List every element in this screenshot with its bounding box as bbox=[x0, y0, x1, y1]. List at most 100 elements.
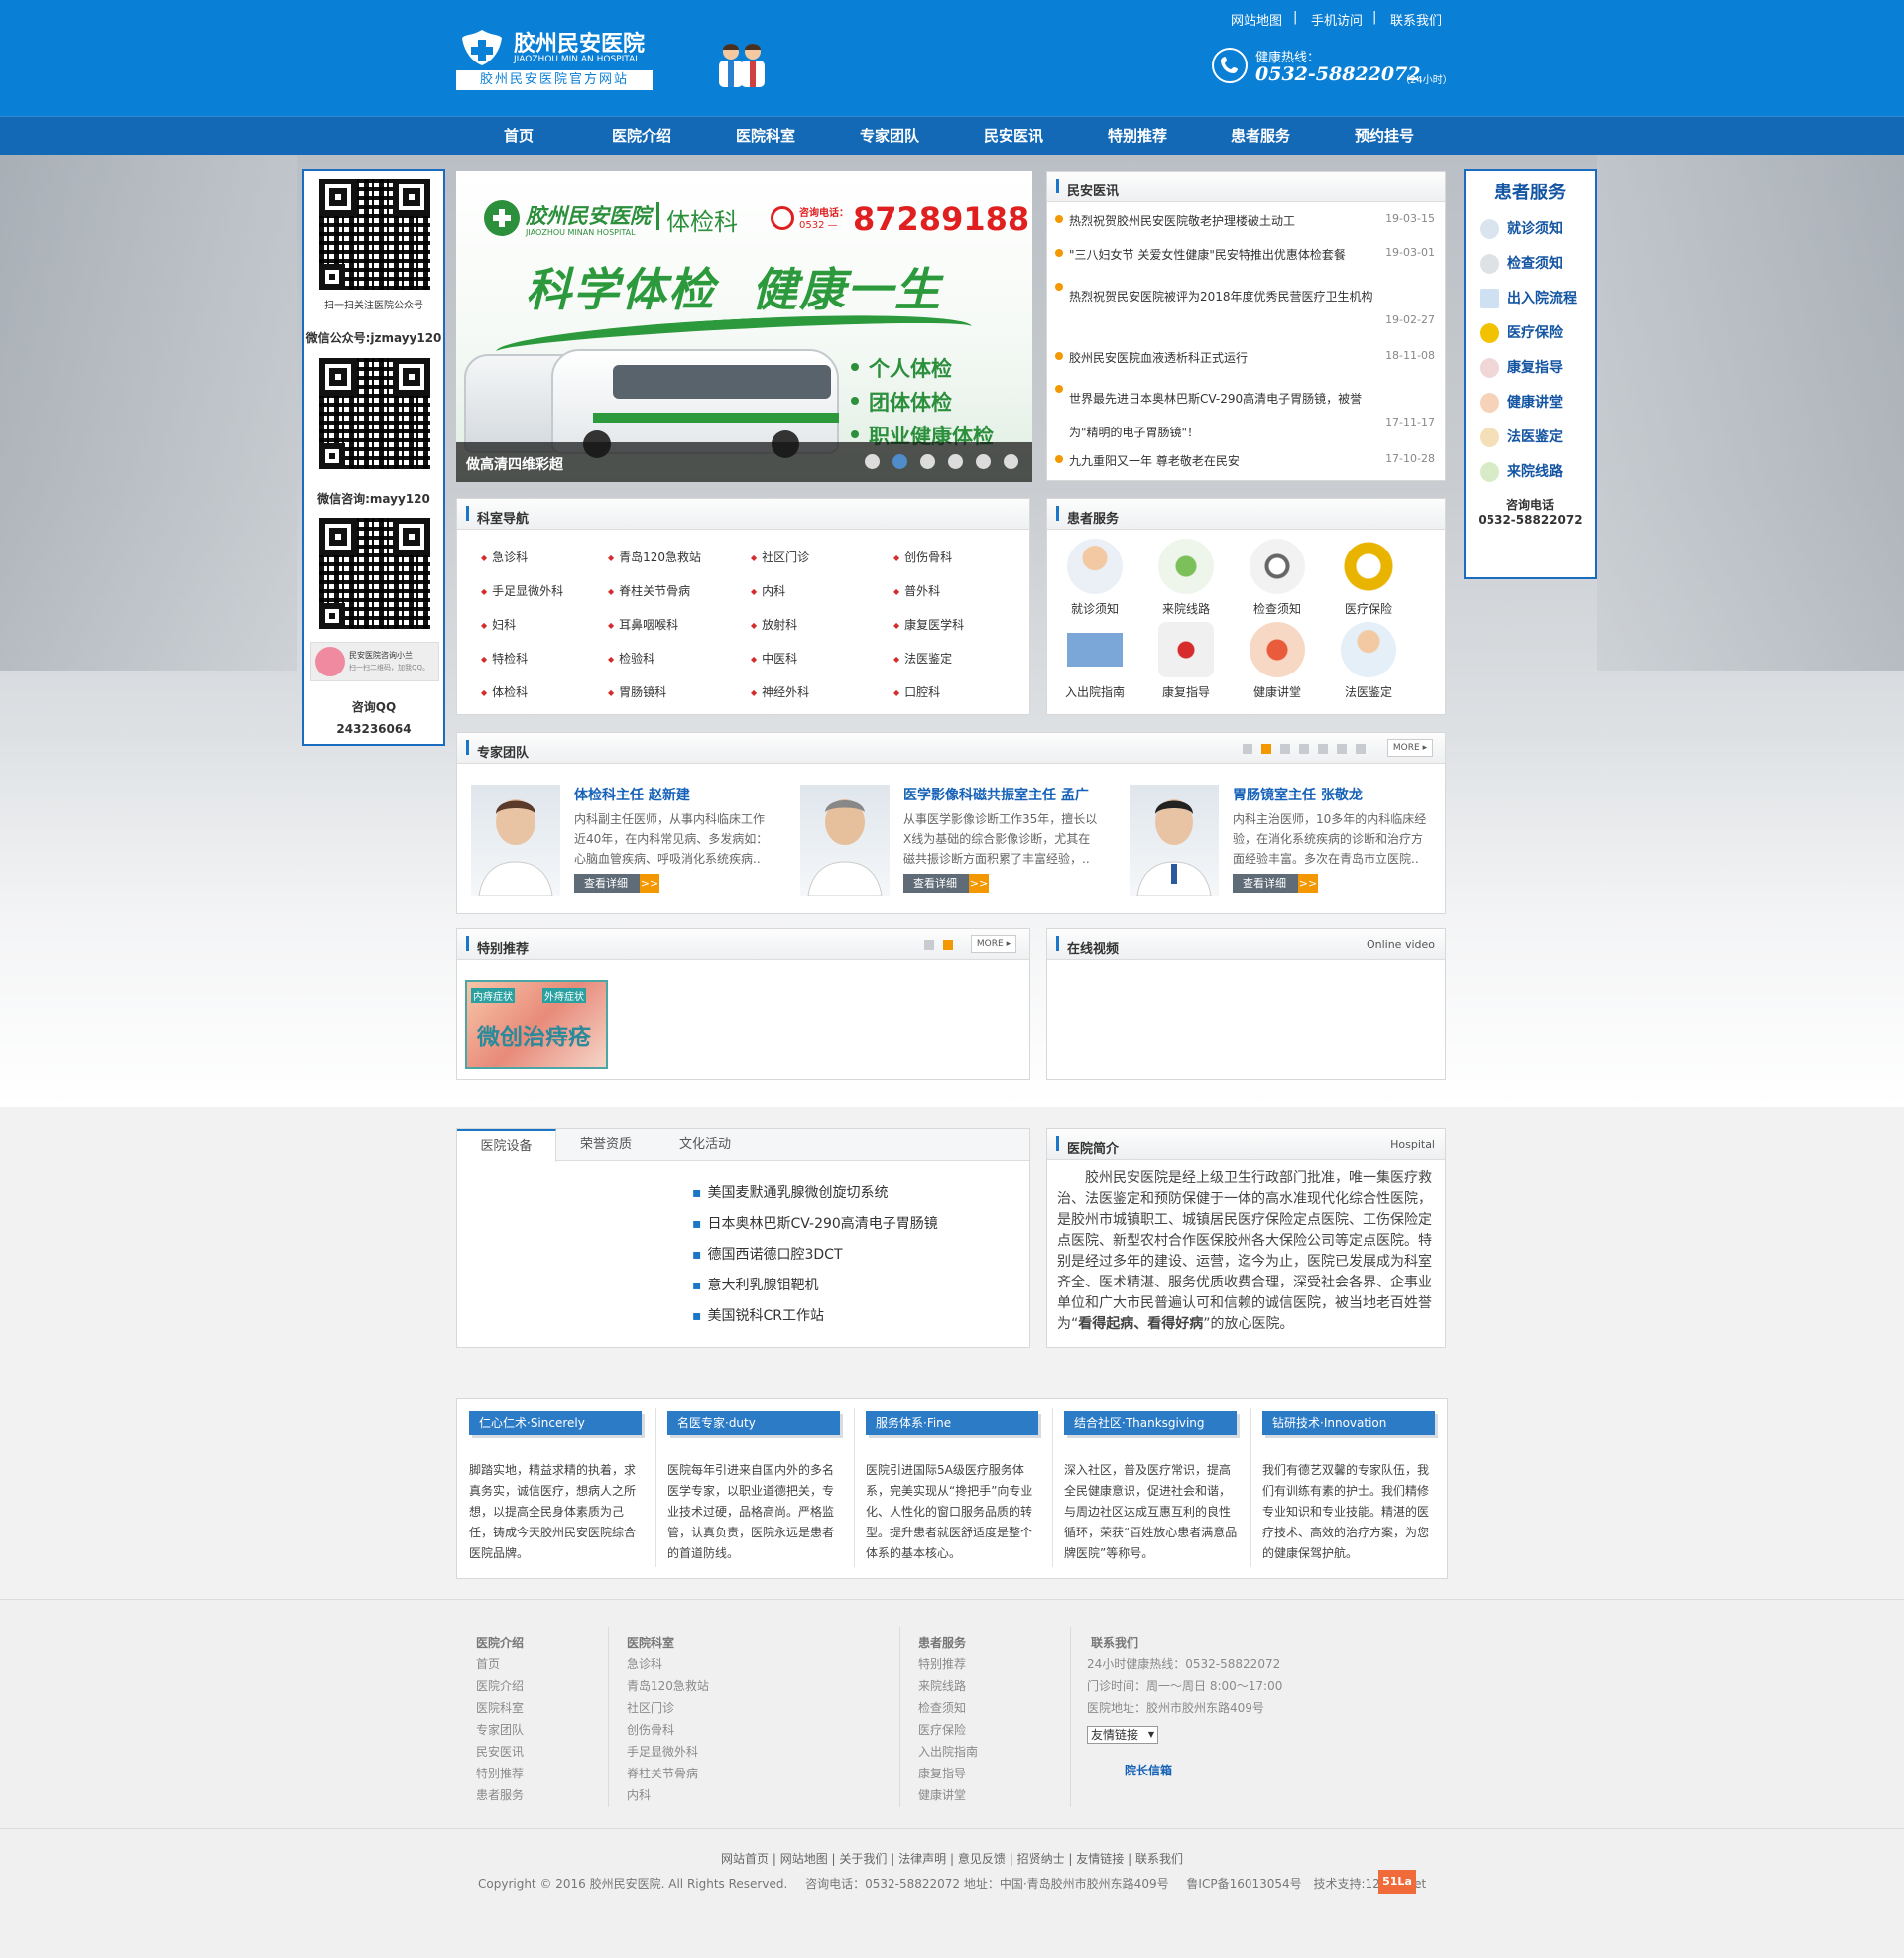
banner-slider[interactable]: 胶州民安医院 JIAOZHOU MINAN HOSPITAL 体检科 咨询电话：… bbox=[456, 171, 1032, 482]
dept-link[interactable]: 妇科 bbox=[481, 616, 516, 633]
footer-link[interactable]: 康复指导 bbox=[918, 1765, 966, 1781]
stats-badge[interactable]: 51La bbox=[1378, 1870, 1416, 1894]
top-link-contact[interactable]: 联系我们 bbox=[1390, 10, 1442, 29]
dept-link[interactable]: 康复医学科 bbox=[893, 616, 964, 633]
dept-link[interactable]: 社区门诊 bbox=[751, 549, 809, 565]
footer-link[interactable]: 内科 bbox=[627, 1786, 651, 1803]
pager-dot[interactable] bbox=[1243, 744, 1252, 754]
dept-link[interactable]: 急诊科 bbox=[481, 549, 528, 565]
nav-experts[interactable]: 专家团队 bbox=[835, 117, 944, 156]
dept-link[interactable]: 中医科 bbox=[751, 650, 797, 667]
bottom-link[interactable]: 友情链接 bbox=[1076, 1852, 1124, 1866]
footer-link[interactable]: 医院介绍 bbox=[476, 1677, 524, 1694]
footer-link[interactable]: 青岛120急救站 bbox=[627, 1677, 709, 1694]
footer-link[interactable]: 首页 bbox=[476, 1655, 500, 1672]
dept-link[interactable]: 内科 bbox=[751, 582, 785, 599]
footer-link[interactable]: 特别推荐 bbox=[476, 1765, 524, 1781]
dept-link[interactable]: 创伤骨科 bbox=[893, 549, 952, 565]
side-item-route[interactable]: 来院线路 bbox=[1480, 461, 1563, 482]
top-link-mobile[interactable]: 手机访问 bbox=[1311, 10, 1363, 29]
expert-photo[interactable] bbox=[1130, 785, 1219, 897]
equipment-item[interactable]: 美国麦默通乳腺微创旋切系统 bbox=[692, 1182, 889, 1202]
banner-dot-active[interactable] bbox=[892, 454, 907, 469]
hospital-logo[interactable]: 胶州民安医院 JIAOZHOU MIN AN HOSPITAL 胶州民安医院官方… bbox=[456, 24, 654, 93]
tab-equipment[interactable]: 医院设备 bbox=[457, 1129, 556, 1162]
banner-dot[interactable] bbox=[865, 454, 880, 469]
footer-link[interactable]: 社区门诊 bbox=[627, 1699, 674, 1716]
footer-link[interactable]: 健康讲堂 bbox=[918, 1786, 966, 1803]
footer-link[interactable]: 脊柱关节骨病 bbox=[627, 1765, 698, 1781]
expert-detail-button[interactable]: 查看详细 >> bbox=[1233, 874, 1318, 893]
footer-link[interactable]: 创伤骨科 bbox=[627, 1721, 674, 1738]
side-item-rehab[interactable]: 康复指导 bbox=[1480, 357, 1563, 378]
news-item[interactable]: 热烈祝贺民安医院被评为2018年度优秀民营医疗卫生机构 19-02-27 bbox=[1055, 280, 1437, 326]
footer-link[interactable]: 医疗保险 bbox=[918, 1721, 966, 1738]
side-item-lecture[interactable]: 健康讲堂 bbox=[1480, 392, 1563, 413]
pager-dot[interactable] bbox=[1356, 744, 1366, 754]
dept-link[interactable]: 口腔科 bbox=[893, 683, 940, 700]
bottom-link[interactable]: 法律声明 bbox=[898, 1852, 946, 1866]
dept-link[interactable]: 特检科 bbox=[481, 650, 528, 667]
experts-more-button[interactable]: MORE ▸ bbox=[1387, 739, 1433, 757]
footer-link[interactable]: 患者服务 bbox=[476, 1786, 524, 1803]
bottom-link[interactable]: 网站首页 bbox=[721, 1852, 769, 1866]
service-forensic[interactable]: 法医鉴定 bbox=[1329, 622, 1408, 700]
footer-link[interactable]: 来院线路 bbox=[918, 1677, 966, 1694]
friend-links-select[interactable]: 友情链接 ▼ bbox=[1087, 1726, 1158, 1744]
nav-home[interactable]: 首页 bbox=[464, 117, 573, 156]
footer-link[interactable]: 手足显微外科 bbox=[627, 1743, 698, 1760]
dept-link[interactable]: 青岛120急救站 bbox=[608, 549, 701, 565]
footer-link[interactable]: 医院科室 bbox=[476, 1699, 524, 1716]
dept-link[interactable]: 耳鼻咽喉科 bbox=[608, 616, 678, 633]
hemorrhoid-promo-image[interactable]: 内痔症状 外痔症状 微创治痔疮 bbox=[465, 980, 608, 1069]
equipment-item[interactable]: 美国锐科CR工作站 bbox=[692, 1305, 825, 1325]
right-tel[interactable]: 0532-58822072 bbox=[1466, 513, 1595, 527]
nav-patient-service[interactable]: 患者服务 bbox=[1206, 117, 1315, 156]
service-admission[interactable]: 入出院指南 bbox=[1055, 622, 1134, 700]
dept-link[interactable]: 胃肠镜科 bbox=[608, 683, 666, 700]
service-route[interactable]: 来院线路 bbox=[1146, 539, 1226, 617]
special-more-button[interactable]: MORE ▸ bbox=[971, 935, 1016, 953]
tab-culture[interactable]: 文化活动 bbox=[655, 1129, 755, 1161]
dept-link[interactable]: 脊柱关节骨病 bbox=[608, 582, 690, 599]
dept-link[interactable]: 体检科 bbox=[481, 683, 528, 700]
qq-number[interactable]: 243236064 bbox=[304, 722, 443, 736]
service-exam[interactable]: 检查须知 bbox=[1238, 539, 1317, 617]
pager-dot[interactable] bbox=[1318, 744, 1328, 754]
bottom-link[interactable]: 关于我们 bbox=[839, 1852, 887, 1866]
footer-link[interactable]: 专家团队 bbox=[476, 1721, 524, 1738]
service-lecture[interactable]: 健康讲堂 bbox=[1238, 622, 1317, 700]
news-item[interactable]: 热烈祝贺胶州民安医院敬老护理楼破土动工 19-03-15 bbox=[1055, 212, 1437, 232]
service-visit[interactable]: 就诊须知 bbox=[1055, 539, 1134, 617]
expert-name[interactable]: 胃肠镜室主任 张敬龙 bbox=[1233, 785, 1363, 804]
nav-special[interactable]: 特别推荐 bbox=[1083, 117, 1192, 156]
footer-link[interactable]: 特别推荐 bbox=[918, 1655, 966, 1672]
news-item[interactable]: "三八妇女节 关爱女性健康"民安特推出优惠体检套餐 19-03-01 bbox=[1055, 246, 1437, 266]
side-item-forensic[interactable]: 法医鉴定 bbox=[1480, 427, 1563, 447]
dept-link[interactable]: 普外科 bbox=[893, 582, 940, 599]
bottom-link[interactable]: 意见反馈 bbox=[958, 1852, 1006, 1866]
bottom-link[interactable]: 联系我们 bbox=[1135, 1852, 1183, 1866]
equipment-item[interactable]: 德国西诺德口腔3DCT bbox=[692, 1244, 843, 1264]
news-item[interactable]: 胶州民安医院血液透析科正式运行 18-11-08 bbox=[1055, 349, 1437, 369]
banner-dot[interactable] bbox=[976, 454, 991, 469]
dept-link[interactable]: 法医鉴定 bbox=[893, 650, 952, 667]
expert-detail-button[interactable]: 查看详细 >> bbox=[574, 874, 659, 893]
banner-dot[interactable] bbox=[948, 454, 963, 469]
pager-dot-active[interactable] bbox=[1261, 744, 1271, 754]
pager-dot[interactable] bbox=[1299, 744, 1309, 754]
news-item[interactable]: 九九重阳又一年 尊老敬老在民安 17-10-28 bbox=[1055, 452, 1437, 472]
nav-news[interactable]: 民安医讯 bbox=[959, 117, 1068, 156]
pager-dot-active[interactable] bbox=[943, 940, 953, 950]
expert-photo[interactable] bbox=[800, 785, 890, 897]
news-item[interactable]: 世界最先进日本奥林巴斯CV-290高清电子胃肠镜，被誉为"精明的电子胃肠镜"！ 1… bbox=[1055, 382, 1437, 439]
chat-widget[interactable]: 民安医院咨询小兰 扫一扫二维码，加我QQ。 bbox=[310, 642, 439, 681]
nav-appointment[interactable]: 预约挂号 bbox=[1330, 117, 1439, 156]
service-insurance[interactable]: 医疗保险 bbox=[1329, 539, 1408, 617]
expert-name[interactable]: 医学影像科磁共振室主任 孟广 bbox=[903, 785, 1089, 804]
dept-link[interactable]: 检验科 bbox=[608, 650, 654, 667]
dept-link[interactable]: 神经外科 bbox=[751, 683, 809, 700]
service-rehab[interactable]: 康复指导 bbox=[1146, 622, 1226, 700]
side-item-exam[interactable]: 检查须知 bbox=[1480, 253, 1563, 274]
banner-caption[interactable]: 做高清四维彩超 bbox=[466, 454, 563, 474]
